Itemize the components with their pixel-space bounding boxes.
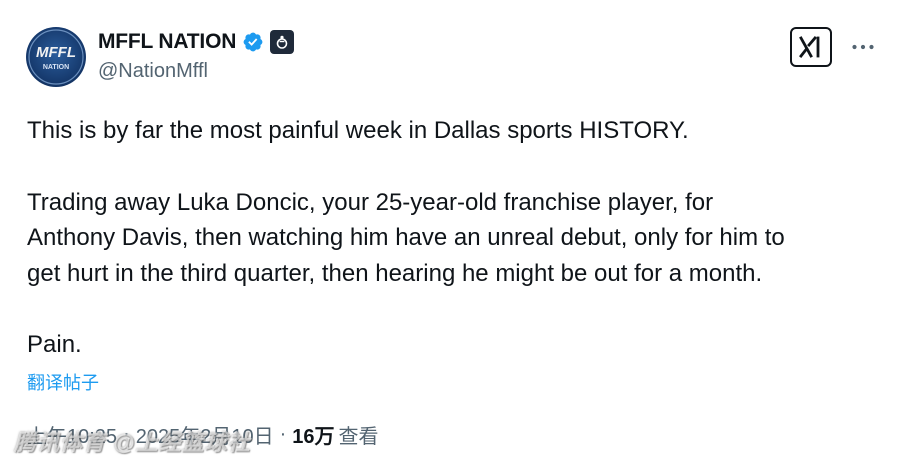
- author-display-name[interactable]: MFFL NATION: [98, 30, 236, 54]
- author-name-row: MFFL NATION: [98, 28, 295, 56]
- grok-xai-button[interactable]: [790, 27, 832, 67]
- views-count: 16万: [292, 426, 335, 448]
- affiliate-badge-icon[interactable]: [270, 30, 295, 54]
- avatar[interactable]: MFFL NATION: [26, 27, 86, 87]
- tweet-meta: 上午10:25 · 2025年2月10日 · 16万 查看: [27, 420, 379, 449]
- tweet-paragraph-3: Pain.: [27, 331, 82, 358]
- tweet-text: This is by far the most painful week in …: [27, 113, 877, 363]
- meta-separator: ·: [279, 423, 287, 445]
- avatar-text-2: NATION: [43, 64, 69, 71]
- avatar-text-1: MFFL: [36, 44, 76, 61]
- tweet-date[interactable]: 2025年2月10日: [136, 420, 274, 449]
- tweet-time[interactable]: 上午10:25: [27, 420, 117, 449]
- views-label: 查看: [338, 426, 379, 448]
- grok-xai-icon: [799, 36, 820, 58]
- author-handle[interactable]: @NationMffl: [98, 60, 208, 83]
- meta-separator: ·: [123, 423, 130, 445]
- tweet-paragraph-2-line-1: Trading away Luka Doncic, your 25-year-o…: [27, 188, 714, 216]
- more-options-button[interactable]: [848, 32, 878, 62]
- more-dots-icon: [852, 44, 874, 50]
- translate-post-link[interactable]: 翻译帖子: [27, 369, 99, 395]
- tweet-paragraph-2-line-3: get hurt in the third quarter, then hear…: [27, 259, 763, 287]
- tweet-paragraph-1: This is by far the most painful week in …: [27, 117, 689, 144]
- avatar-logo-icon: MFFL NATION: [28, 29, 84, 85]
- verified-badge-icon[interactable]: [242, 31, 264, 53]
- tweet-card: MFFL NATION MFFL NATION @NationMffl This…: [0, 0, 897, 471]
- tweet-paragraph-2-line-2: Anthony Davis, then watching him have an…: [27, 224, 785, 251]
